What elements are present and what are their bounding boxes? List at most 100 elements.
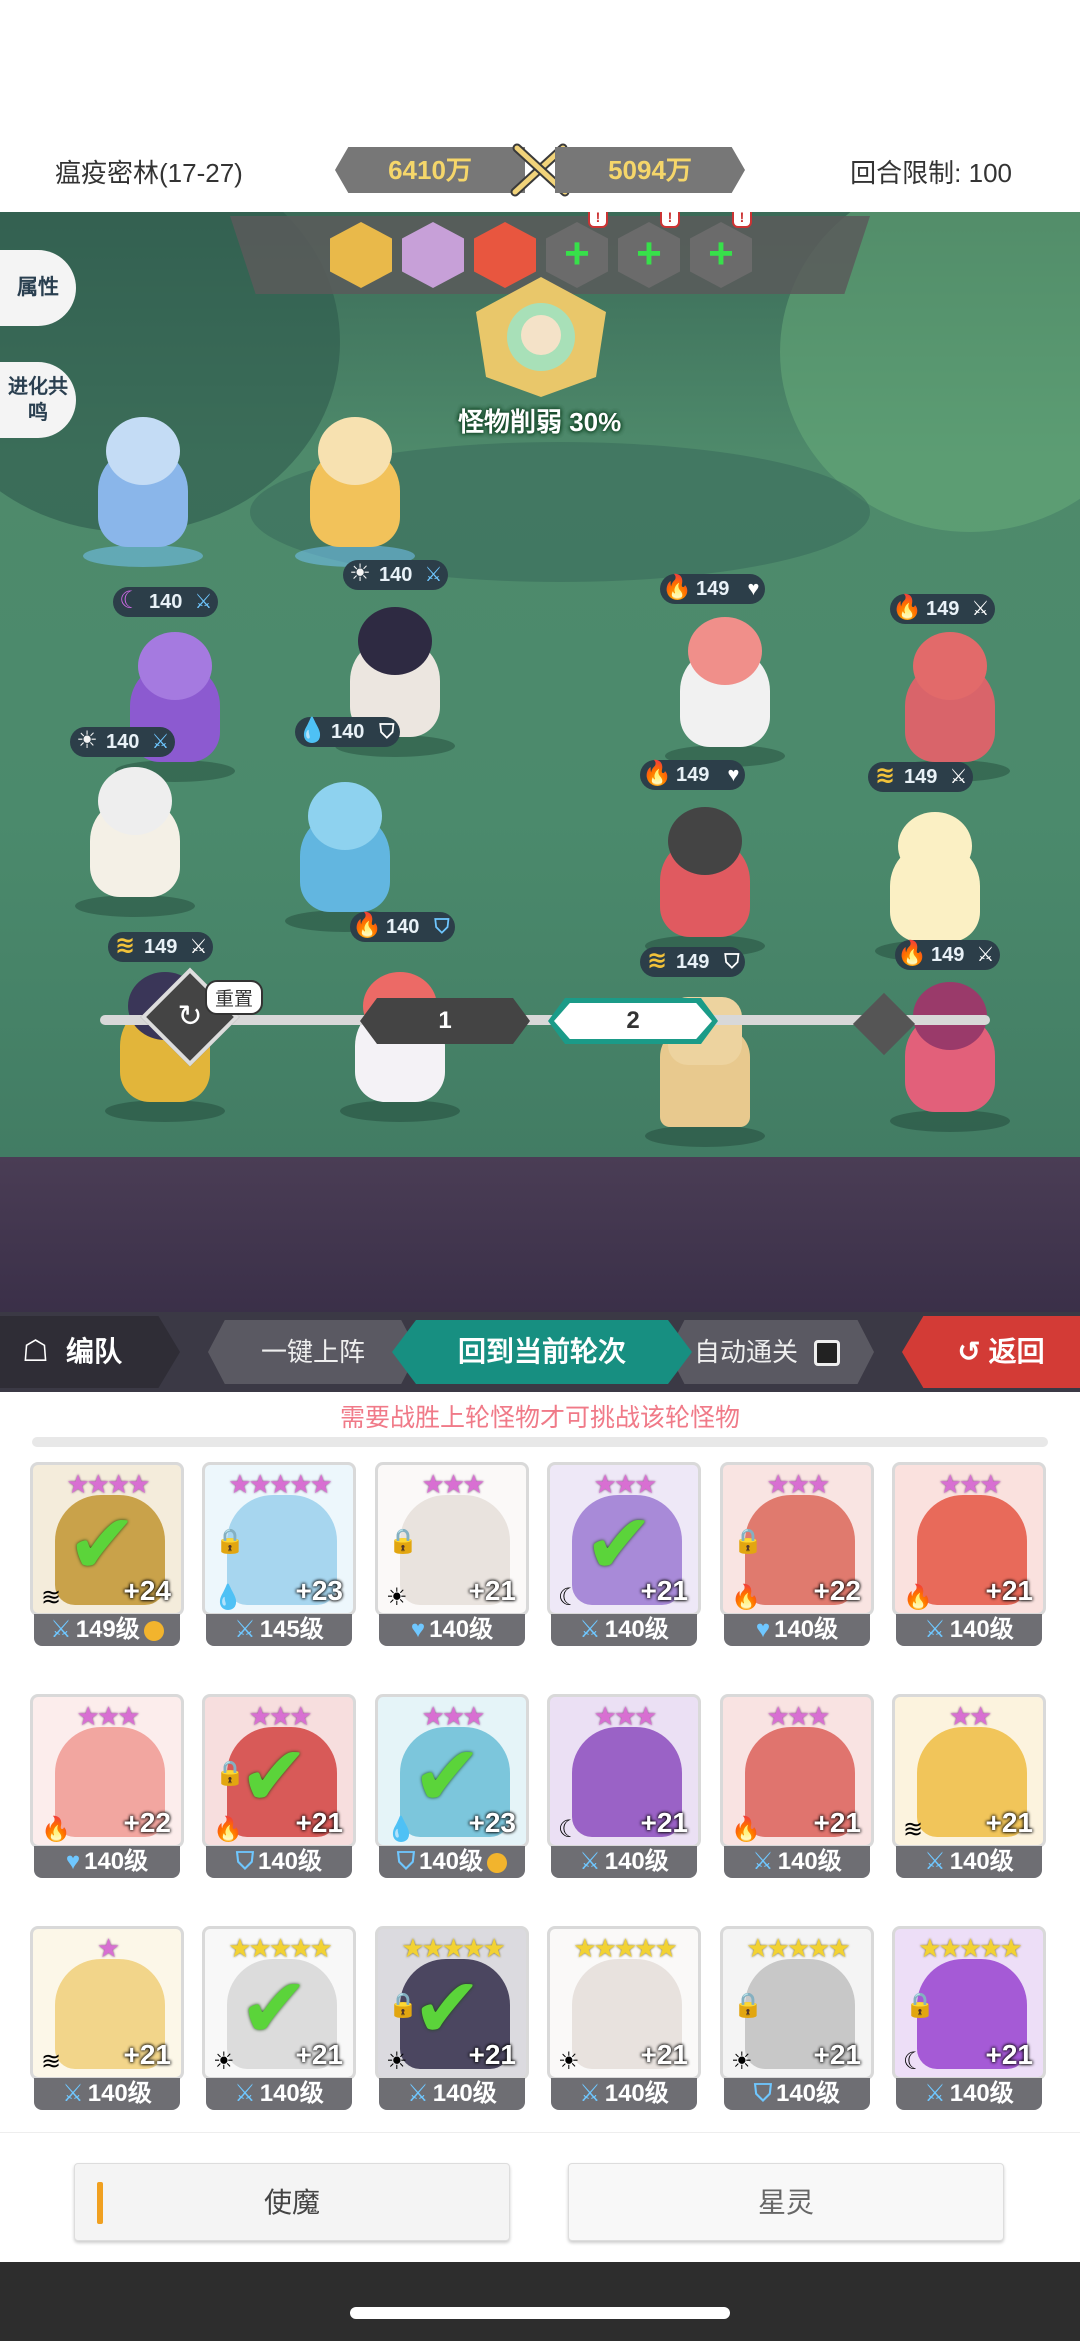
water-element-icon: 💧 <box>297 717 327 744</box>
auto-clear-toggle[interactable]: 自动通关 <box>668 1320 874 1384</box>
pet-portrait: ★★★★★ 🔒 ☀ +21 <box>720 1926 874 2080</box>
round-limit: 回合限制: 100 <box>850 158 1012 188</box>
level-value: 149 <box>926 598 960 620</box>
wind-element-icon: ≋ <box>903 1816 924 1843</box>
warning-icon: ! <box>732 212 752 228</box>
pet-card[interactable]: ★★★ ✔ ☾ +21 ⚔ 140级 <box>547 1462 701 1648</box>
pet-card[interactable]: ★★★ 🔒 🔥 +22 ♥ 140级 <box>720 1462 874 1648</box>
dark-element-icon: ☾ <box>903 2048 925 2075</box>
pet-level: 140级 <box>949 1848 1014 1875</box>
sword-class-icon: ⚔ <box>924 1616 946 1643</box>
sword-class-icon: ⚔ <box>971 598 990 620</box>
pet-card[interactable]: ★★★ ☾ +21 ⚔ 140级 <box>547 1694 701 1880</box>
pet-card[interactable]: ★★★★★ ☀ +21 ⚔ 140级 <box>547 1926 701 2112</box>
pet-card[interactable]: ★★ ≋ +21 ⚔ 140级 <box>892 1694 1046 1880</box>
back-arrow-icon: ↺ <box>957 1336 989 1367</box>
ally-level-tag: 🔥 140 ⛉ <box>350 912 456 942</box>
sword-class-icon: ⚔ <box>189 936 208 958</box>
evolve-resonance-label: 进化共鸣 <box>8 376 68 424</box>
tab-star-spirit-label: 星灵 <box>757 2187 814 2218</box>
pet-card[interactable]: ★★★★★ ✔ ☀ +21 ⚔ 140级 <box>202 1926 356 2112</box>
enemy-unit[interactable] <box>640 807 770 957</box>
pet-card[interactable]: ★★★ 🔒 ☀ +21 ♥ 140级 <box>375 1462 529 1648</box>
wave-1-button[interactable]: 1 <box>360 998 530 1044</box>
level-value: 149 <box>904 766 938 788</box>
level-value: 149 <box>144 936 178 958</box>
enemy-unit[interactable] <box>885 982 1015 1132</box>
heart-class-icon: ♥ <box>747 578 760 600</box>
enemy-unit[interactable] <box>660 617 790 767</box>
pet-card[interactable]: ★★★ 🔥 +21 ⚔ 140级 <box>892 1462 1046 1648</box>
level-value: 149 <box>676 764 710 786</box>
level-value: 149 <box>696 578 730 600</box>
evolve-resonance-button[interactable]: 进化共鸣 <box>0 362 76 438</box>
pet-level: 140级 <box>87 2080 152 2107</box>
tab-familiar[interactable]: 使魔 <box>74 2163 510 2241</box>
horizontal-scrollbar[interactable] <box>32 1437 1048 1447</box>
enhance-level: +24 <box>123 1575 172 1606</box>
fire-element-icon: 🔥 <box>892 594 922 621</box>
pet-level-bar: ♥ 140级 <box>34 1846 180 1878</box>
active-tab-indicator <box>97 2182 103 2224</box>
pet-level-bar: ⚔ 140级 <box>896 2078 1042 2110</box>
wave-2-button[interactable]: 2 <box>548 998 718 1044</box>
pet-card[interactable]: ★★★★★ 🔒 ☾ +21 ⚔ 140级 <box>892 1926 1046 2112</box>
pet-card[interactable]: ★★★ 🔥 +22 ♥ 140级 <box>30 1694 184 1880</box>
sword-class-icon: ⚔ <box>234 2080 256 2107</box>
ally-unit[interactable] <box>335 972 465 1122</box>
ally-unit[interactable] <box>70 767 200 917</box>
pet-portrait: ★★★★★ ✔ ☀ +21 <box>202 1926 356 2080</box>
enemy-level-tag: ≋ 149 ⚔ <box>868 762 974 792</box>
tab-star-spirit[interactable]: 星灵 <box>568 2163 1004 2241</box>
auto-clear-checkbox[interactable] <box>814 1340 840 1366</box>
ally-unit[interactable] <box>110 632 240 782</box>
pet-level: 140级 <box>604 1616 669 1643</box>
pet-card[interactable]: ★★★★★ 🔒 ✔ ☀ +21 ⚔ 140级 <box>375 1926 529 2112</box>
level-value: 140 <box>386 916 420 938</box>
enemy-level-tag: 🔥 149 ⚔ <box>895 940 1001 970</box>
pet-card[interactable]: ★★★ 🔥 +21 ⚔ 140级 <box>720 1694 874 1880</box>
pet-level: 140级 <box>259 2080 324 2107</box>
back-button[interactable]: ↺ 返回 <box>902 1316 1080 1388</box>
shield-class-icon: ⛉ <box>379 721 395 743</box>
shield-class-icon: ⛉ <box>724 951 740 973</box>
enemy-unit[interactable] <box>885 632 1015 782</box>
pet-card[interactable]: ★★★★★ 🔒 💧 +23 ⚔ 145级 <box>202 1462 356 1648</box>
pet-card[interactable]: ★ ≋ +21 ⚔ 140级 <box>30 1926 184 2112</box>
pet-level: 140级 <box>777 1848 842 1875</box>
enhance-level: +22 <box>123 1807 172 1838</box>
gold-badge-icon <box>143 1620 164 1641</box>
light-element-icon: ☀ <box>386 1584 408 1611</box>
heart-class-icon: ♥ <box>410 1616 426 1643</box>
light-element-icon: ☀ <box>213 2048 235 2075</box>
pet-card[interactable]: ★★★ 🔒 ✔ 🔥 +21 ⛉ 140级 <box>202 1694 356 1880</box>
wind-element-icon: ≋ <box>646 947 668 974</box>
star-rating: ★ <box>96 1933 120 1963</box>
wind-element-icon: ≋ <box>41 1584 62 1611</box>
star-rating: ★★★ <box>593 1701 658 1731</box>
pet-card[interactable]: ★★★ ✔ 💧 +23 ⛉ 140级 <box>375 1694 529 1880</box>
ally-unit[interactable] <box>78 417 208 567</box>
return-current-round-button[interactable]: 回到当前轮次 <box>392 1320 692 1384</box>
enemy-level-tag: 🔥 149 ♥ <box>640 760 746 790</box>
enhance-level: +21 <box>468 1575 517 1606</box>
attribute-button[interactable]: 属性 <box>0 250 76 326</box>
team-button[interactable]: ☖ 编队 <box>0 1316 180 1388</box>
pet-portrait: ★★★ 🔒 🔥 +22 <box>720 1462 874 1616</box>
pet-card[interactable]: ★★★★ ✔ ≋ +24 ⚔ 149级 <box>30 1462 184 1648</box>
enhance-level: +22 <box>813 1575 862 1606</box>
pet-card[interactable]: ★★★★★ 🔒 ☀ +21 ⛉ 140级 <box>720 1926 874 2112</box>
enhance-level: +21 <box>640 1575 689 1606</box>
one-click-deploy-button[interactable]: 一键上阵 <box>208 1320 418 1384</box>
star-rating: ★★★★★ <box>918 1933 1023 1963</box>
dark-element-icon: ☾ <box>558 1816 580 1843</box>
shield-class-icon: ⛉ <box>396 1848 415 1875</box>
heart-class-icon: ♥ <box>727 764 740 786</box>
pet-portrait: ★★★★★ 🔒 ✔ ☀ +21 <box>375 1926 529 2080</box>
star-rating: ★★★ <box>766 1701 831 1731</box>
ally-unit[interactable] <box>280 782 410 932</box>
ally-unit[interactable] <box>290 417 420 567</box>
battle-ground <box>0 1157 1080 1312</box>
home-indicator[interactable] <box>350 2307 730 2319</box>
water-element-icon: 💧 <box>386 1816 416 1843</box>
